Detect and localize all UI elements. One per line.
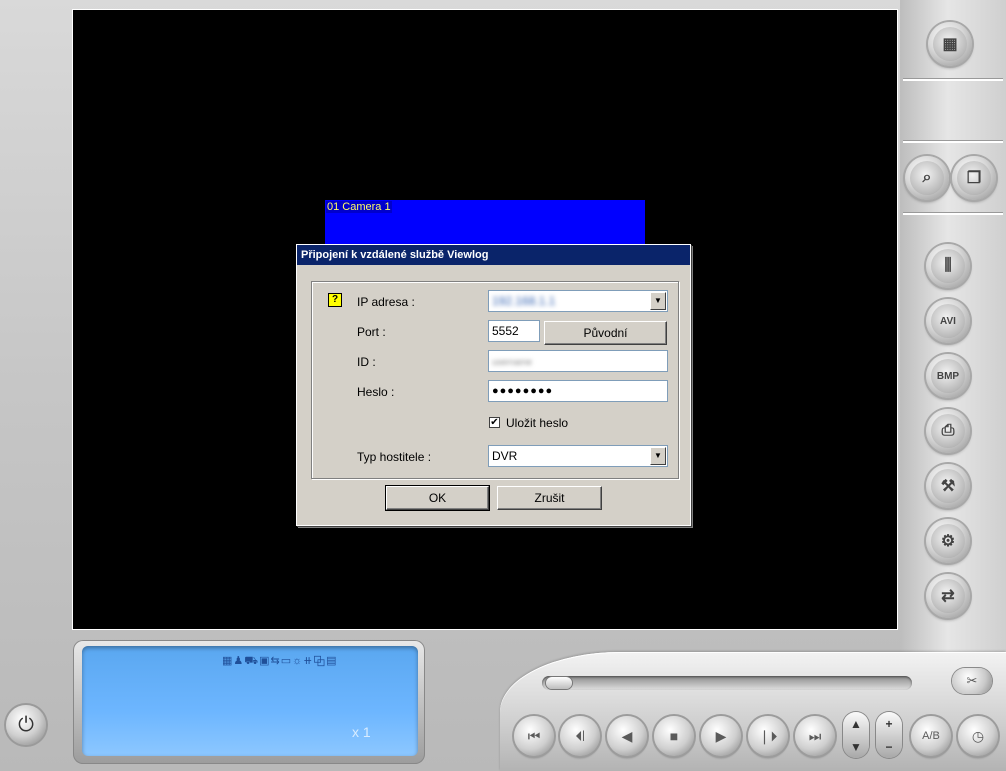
power-button[interactable]: ⏻ (6, 705, 46, 745)
playback-slider-track[interactable] (542, 676, 912, 690)
camera-1-tile[interactable]: 01 Camera 1 (325, 200, 645, 248)
right-separator (903, 78, 1003, 81)
settings-button[interactable]: ⚙ (926, 519, 970, 563)
skip-end-icon: ⏭ (808, 727, 822, 744)
ip-address-value: 192.168.1.1 (492, 294, 556, 308)
cancel-button[interactable]: Zrušit (497, 486, 602, 510)
remote-connect-icon: ⇄ (941, 588, 955, 605)
ok-button[interactable]: OK (385, 485, 490, 511)
step-forward-button[interactable]: ❘⏵ (748, 716, 788, 756)
bmp-save-icon: BMP (936, 370, 960, 382)
ip-address-combo[interactable]: 192.168.1.1 ▼ (488, 290, 668, 312)
ab-repeat-button[interactable]: ✂ (952, 668, 992, 694)
adjust-button[interactable]: ⫼ (926, 244, 970, 288)
rewind-icon: ◀ (621, 727, 633, 744)
copy-doc-icon: ❐ (966, 170, 982, 187)
id-label: ID : (357, 355, 376, 369)
dialog-title: Připojení k vzdálené službě Viewlog (297, 245, 690, 265)
port-input[interactable]: 5552 (488, 320, 540, 342)
stop-button[interactable]: ■ (654, 716, 694, 756)
camera-label: 01 Camera 1 (326, 201, 392, 213)
clock-icon: ◷ (971, 727, 985, 744)
lcd-status-icons: ▦♟⛟▣⇆▭☼⧺⧉▤ (222, 655, 338, 667)
ip-label: IP adresa : (357, 295, 415, 309)
plus-icon[interactable]: + (885, 717, 892, 731)
first-frame-button[interactable]: ⏮ (514, 716, 554, 756)
last-frame-button[interactable]: ⏭ (795, 716, 835, 756)
scissors-icon: ✂ (966, 673, 978, 688)
save-bmp-button[interactable]: BMP (926, 354, 970, 398)
ab-icon: A/B (922, 730, 940, 742)
print-button[interactable]: ⎙ (926, 409, 970, 453)
password-label: Heslo : (357, 385, 395, 399)
arrow-up-icon[interactable]: ▲ (850, 717, 862, 731)
avi-save-icon: AVI (940, 315, 956, 327)
rewind-button[interactable]: ◀ (607, 716, 647, 756)
id-value: username (492, 357, 533, 367)
right-separator (903, 212, 1003, 215)
step-back-button[interactable]: ⏴❘ (560, 716, 600, 756)
stop-icon: ■ (669, 728, 679, 744)
settings-wrench-icon: ⚙ (940, 533, 956, 550)
host-type-select[interactable]: DVR ▼ (488, 445, 668, 467)
tools-icon: ⚒ (940, 478, 956, 495)
minus-icon[interactable]: − (885, 740, 892, 754)
playback-slider-thumb[interactable] (546, 677, 572, 689)
id-input[interactable]: username (488, 350, 668, 372)
clock-button[interactable]: ◷ (958, 716, 998, 756)
power-icon: ⏻ (18, 713, 34, 736)
save-avi-button[interactable]: AVI (926, 299, 970, 343)
layout-grid-icon: ▦ (942, 36, 958, 53)
right-separator (903, 140, 1003, 143)
printer-icon: ⎙ (941, 422, 955, 439)
step-forward-icon: ❘⏵ (758, 727, 778, 744)
password-input[interactable]: ●●●●●●●● (488, 380, 668, 402)
playback-speed: x 1 (352, 724, 371, 740)
host-type-value: DVR (492, 449, 518, 463)
help-icon[interactable]: ? (328, 293, 342, 307)
layout-button[interactable]: ▦ (928, 22, 972, 66)
save-password-label[interactable]: Uložit heslo (506, 416, 568, 430)
arrow-down-icon[interactable]: ▼ (850, 740, 862, 754)
chevron-down-icon[interactable]: ▼ (650, 447, 666, 465)
chevron-down-icon[interactable]: ▼ (650, 292, 666, 310)
connection-dialog: Připojení k vzdálené službě Viewlog ? IP… (296, 244, 691, 526)
tools-button[interactable]: ⚒ (926, 464, 970, 508)
speed-updown-control[interactable]: ▲ ▼ (843, 712, 869, 758)
sliders-icon: ⫼ (944, 257, 952, 274)
zoom-plusminus-control[interactable]: + − (876, 712, 902, 758)
skip-start-icon: ⏮ (527, 727, 541, 744)
host-type-label: Typ hostitele : (357, 450, 432, 464)
search-doc-icon: ⌕ (922, 169, 932, 186)
step-back-icon: ⏴❘ (575, 727, 585, 744)
default-port-button[interactable]: Původní (544, 321, 667, 345)
ab-button[interactable]: A/B (911, 716, 951, 756)
remote-connect-button[interactable]: ⇄ (926, 574, 970, 618)
save-password-checkbox[interactable]: ✔ (489, 417, 500, 428)
port-label: Port : (357, 325, 386, 339)
play-icon: ▶ (715, 727, 727, 744)
copy-button[interactable]: ❐ (952, 156, 996, 200)
play-button[interactable]: ▶ (701, 716, 741, 756)
search-record-button[interactable]: ⌕ (905, 156, 949, 200)
